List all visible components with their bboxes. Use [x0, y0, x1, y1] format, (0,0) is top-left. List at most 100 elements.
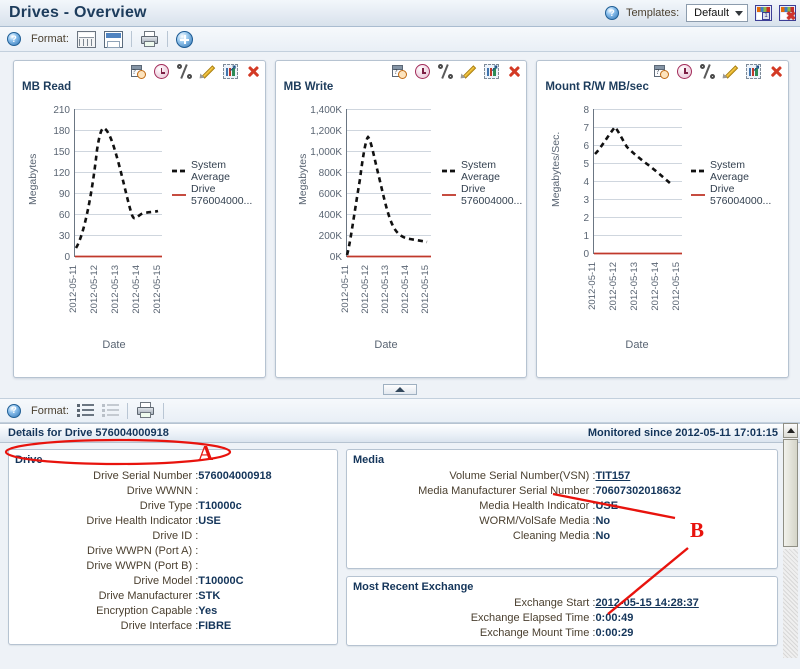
panel-title: Most Recent Exchange [353, 581, 474, 593]
toolbar-divider [126, 402, 128, 419]
page-title: Drives - Overview [9, 4, 147, 21]
expand-chart-icon[interactable]: ↗ [222, 64, 238, 79]
property-label: Drive Serial Number : [93, 470, 199, 482]
edit-icon[interactable] [720, 64, 739, 81]
panel-splitter[interactable] [0, 382, 800, 398]
y-tick: 90 [59, 189, 71, 200]
table-row: WORM/VolSafe Media : No [353, 514, 771, 529]
percent-icon[interactable] [438, 64, 454, 79]
y-tick: 200K [318, 231, 342, 242]
schedule-icon[interactable]: ? [130, 64, 146, 79]
drives-overview-window: Drives - Overview ? Templates: Default 1… [0, 0, 800, 669]
exchange-start-link[interactable]: 2012-05-15 14:28:37 [595, 597, 698, 609]
x-tick: 2012-05-13 [380, 265, 391, 314]
delete-template-icon[interactable]: ✖ [779, 5, 796, 23]
table-row: Drive Model : T10000C [15, 574, 331, 589]
details-title: Details for Drive 576004000918 [8, 427, 169, 439]
property-label: WORM/VolSafe Media : [479, 515, 596, 527]
toolbar-divider [162, 402, 164, 419]
property-value: 0:00:29 [595, 627, 634, 639]
clock-icon[interactable] [415, 64, 431, 79]
monitored-since: Monitored since 2012-05-11 17:01:15 [587, 427, 778, 439]
details-vertical-scrollbar[interactable] [783, 423, 798, 658]
list-view-icon[interactable] [76, 403, 94, 418]
property-label: Drive WWNN : [126, 485, 199, 497]
media-properties-table: Volume Serial Number(VSN) : TIT157 Media… [353, 469, 771, 544]
print-icon[interactable] [140, 30, 159, 48]
icon-part: ✖ [785, 9, 796, 23]
series-system-average [74, 126, 159, 249]
edit-icon[interactable] [197, 64, 215, 81]
table-row: Media Manufacturer Serial Number :706073… [353, 484, 771, 499]
property-value: TIT157 [595, 469, 771, 484]
close-icon[interactable] [507, 64, 522, 79]
split-view-icon[interactable] [103, 30, 123, 48]
help-icon[interactable]: ? [604, 6, 619, 20]
save-template-icon[interactable]: 1 [755, 5, 772, 21]
y-tick: 8 [584, 105, 590, 116]
close-icon[interactable] [246, 64, 261, 79]
property-value: USE [595, 500, 619, 512]
y-tick: 2 [584, 213, 590, 224]
clock-icon[interactable] [677, 64, 693, 79]
property-value: USE [198, 515, 221, 527]
x-tick: 2012-05-14 [400, 265, 411, 314]
schedule-icon[interactable]: ? [392, 64, 408, 79]
panel-title: Media [353, 454, 385, 466]
x-tick: 2012-05-15 [671, 262, 682, 311]
table-row: Drive ID : [15, 529, 331, 544]
percent-icon[interactable] [700, 64, 716, 79]
percent-icon[interactable] [176, 64, 192, 79]
table-row: Volume Serial Number(VSN) : TIT157 [353, 469, 771, 484]
property-label: Exchange Elapsed Time : [470, 612, 596, 624]
template-dropdown[interactable]: Default [686, 4, 748, 22]
property-label: Volume Serial Number(VSN) : [449, 470, 596, 482]
property-label: Media Health Indicator : [479, 500, 596, 512]
property-value: 2012-05-15 14:28:37 [595, 596, 771, 611]
legend-label: Drive [710, 183, 735, 195]
x-tick: 2012-05-12 [89, 265, 100, 314]
legend-label: System [191, 159, 226, 171]
edit-icon[interactable] [458, 64, 477, 81]
grid-view-icon[interactable] [76, 30, 96, 48]
add-graph-icon[interactable] [175, 30, 193, 48]
scrollbar-thumb[interactable] [783, 439, 798, 547]
close-icon[interactable] [769, 64, 784, 79]
charts-row: ? ↗ MB Read 210 180 150 120 90 60 30 0 M… [0, 52, 800, 382]
vsn-link[interactable]: TIT157 [595, 470, 630, 482]
help-icon[interactable]: ? [7, 403, 21, 418]
legend-label: Average [461, 171, 500, 183]
print-icon[interactable] [136, 402, 155, 419]
table-row: Encryption Capable : Yes [15, 604, 331, 619]
y-tick: 5 [584, 159, 590, 170]
legend-label: Average [710, 171, 749, 183]
legend-label: Drive [461, 183, 486, 195]
x-axis-label: Date [626, 339, 649, 351]
property-value [198, 484, 331, 499]
schedule-icon[interactable]: ? [654, 64, 670, 79]
property-value: 70607302018632 [595, 485, 682, 497]
y-tick: 6 [584, 141, 590, 152]
collapse-arrow-icon[interactable] [383, 384, 417, 395]
table-row: Drive WWPN (Port B) : [15, 559, 331, 574]
scroll-up-button[interactable] [783, 423, 798, 438]
y-tick: 0 [584, 249, 590, 260]
format-label: Format: [31, 404, 69, 417]
y-tick: 400K [318, 210, 342, 221]
expand-chart-icon[interactable]: ↗ [484, 64, 500, 79]
chart-panel-mb-write: ? ↗ MB Write 1,400K 1,200K 1,000K 800K 6… [274, 60, 528, 378]
property-value: No [595, 530, 611, 542]
y-tick: 60 [59, 210, 71, 221]
detail-view-icon[interactable] [101, 403, 119, 418]
help-icon[interactable]: ? [7, 32, 21, 46]
scrollbar-track[interactable] [783, 549, 798, 658]
y-tick: 1,400K [310, 105, 342, 116]
expand-chart-icon[interactable]: ↗ [746, 64, 762, 79]
clock-icon[interactable] [153, 64, 169, 79]
chart-panel-mb-read: ? ↗ MB Read 210 180 150 120 90 60 30 0 M… [13, 60, 266, 378]
property-label: Drive WWPN (Port B) : [86, 560, 199, 572]
y-tick: 1,200K [310, 126, 342, 137]
property-label: Cleaning Media : [512, 530, 596, 542]
chart-toolbar: ? ↗ [130, 64, 261, 81]
property-label: Drive Manufacturer : [98, 590, 199, 602]
